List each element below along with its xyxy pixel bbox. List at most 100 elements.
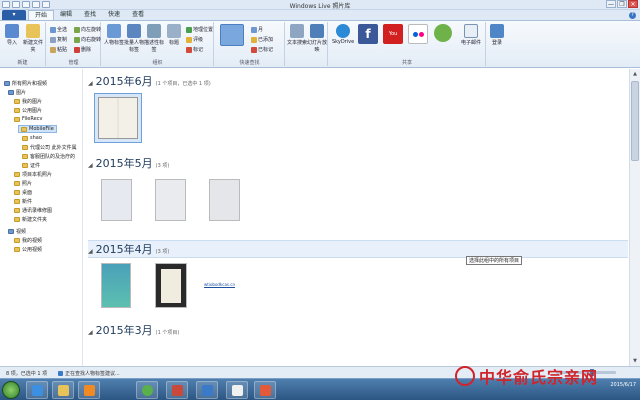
tab-find[interactable]: 查找 xyxy=(78,10,102,20)
tree-item-videos[interactable]: 视频 xyxy=(8,228,26,235)
photo-thumbnail[interactable] xyxy=(101,179,132,221)
section-header-may[interactable]: ◢ 2015年5月 (3 项) xyxy=(88,155,628,171)
collapse-arrow-icon[interactable]: ◢ xyxy=(88,329,93,336)
added-filter-button[interactable]: 已添加 xyxy=(251,36,273,43)
descriptive-tag-button[interactable]: 描述性标签 xyxy=(144,24,164,53)
tree-item-agency[interactable]: 代理公司 此外文件属 xyxy=(22,144,77,151)
taskbar-app[interactable] xyxy=(166,381,188,399)
rotate-right-button[interactable]: 向右旋转 xyxy=(74,36,101,43)
close-button[interactable]: ✕ xyxy=(628,0,638,8)
rotate-left-button[interactable]: 向左旋转 xyxy=(74,26,101,33)
sign-in-button[interactable]: 登录 xyxy=(488,24,506,46)
photo-thumbnail[interactable] xyxy=(94,93,142,143)
folder-icon xyxy=(14,116,20,122)
collapse-arrow-icon[interactable]: ◢ xyxy=(88,248,93,255)
photo-thumbnail[interactable] xyxy=(155,263,187,308)
people-tag-button[interactable]: 人物标签 xyxy=(104,24,124,46)
skydrive-button[interactable]: SkyDrive xyxy=(332,24,354,45)
start-button[interactable] xyxy=(2,381,20,399)
tab-quick[interactable]: 快速 xyxy=(102,10,126,20)
flag-button[interactable]: 标记 xyxy=(186,46,203,53)
file-name-link[interactable]: wtiobodkcas.cn xyxy=(204,282,235,287)
folder-icon xyxy=(14,217,20,222)
email-button[interactable]: 电子邮件 xyxy=(460,24,482,46)
collapse-arrow-icon[interactable]: ◢ xyxy=(88,162,93,169)
minimize-button[interactable]: — xyxy=(606,0,616,8)
new-folder-button[interactable]: 新建文件夹 xyxy=(23,24,43,53)
rating-button[interactable]: 评级 xyxy=(186,36,203,43)
vertical-scrollbar[interactable]: ▲ ▼ xyxy=(629,69,640,366)
taskbar-browser[interactable] xyxy=(136,381,158,399)
tree-item-my-pictures[interactable]: 我的图片 xyxy=(14,98,42,105)
flickr-button[interactable] xyxy=(407,24,429,45)
delete-button[interactable]: 删除 xyxy=(74,46,91,53)
photo-thumbnail[interactable] xyxy=(209,179,240,221)
tab-edit[interactable]: 编辑 xyxy=(54,10,78,20)
folder-icon xyxy=(14,247,20,252)
tree-item-pictures[interactable]: 图片 xyxy=(8,89,26,96)
import-button[interactable]: 导入 xyxy=(2,24,22,46)
tree-item-contacts[interactable]: 通讯录维修图 xyxy=(14,207,52,214)
taskbar-person[interactable] xyxy=(226,381,248,399)
tree-item-service[interactable]: 客服团队的及治疗的 xyxy=(22,153,75,160)
help-icon[interactable]: ? xyxy=(629,12,636,19)
taskbar-photo-gallery[interactable] xyxy=(196,381,218,399)
section-header-april[interactable]: ◢ 2015年4月 (3 项) xyxy=(88,240,628,258)
tab-home[interactable]: 开始 xyxy=(28,10,55,20)
maximize-button[interactable]: ❐ xyxy=(617,0,627,8)
collapse-arrow-icon[interactable]: ◢ xyxy=(88,80,93,87)
photo-thumbnail[interactable] xyxy=(101,263,131,308)
folder-icon xyxy=(22,135,28,141)
group-label-organize: 组织 xyxy=(152,60,163,66)
chat-icon xyxy=(260,385,271,396)
section-header-june[interactable]: ◢ 2015年6月 (1 个项目，已选中 1 项) xyxy=(88,73,628,89)
flag-icon xyxy=(251,46,257,53)
tree-item-new[interactable]: 新件 xyxy=(14,198,32,205)
system-tray[interactable]: 2015/6/17 xyxy=(610,382,636,388)
tree-item-mobilefile[interactable]: MobileFile xyxy=(18,125,57,133)
tree-item-my-videos[interactable]: 我的视频 xyxy=(14,237,42,244)
facebook-button[interactable]: f xyxy=(357,24,379,45)
flagged-filter-button[interactable]: 已标记 xyxy=(251,46,273,53)
slideshow-icon xyxy=(310,24,324,38)
taskbar-qq[interactable] xyxy=(254,381,276,399)
tree-item-new-folder[interactable]: 新建文件夹 xyxy=(14,216,47,223)
tree-item-public-pictures[interactable]: 公用图片 xyxy=(14,107,42,114)
taskbar-media[interactable] xyxy=(78,381,100,399)
tree-item-desktop[interactable]: 桌面 xyxy=(14,189,32,196)
groups-button[interactable] xyxy=(432,24,454,43)
tree-item-shao[interactable]: shao xyxy=(22,135,42,141)
text-search-button[interactable]: 文本搜索 xyxy=(287,24,307,46)
taskbar-ie[interactable] xyxy=(26,381,48,399)
scroll-up-icon[interactable]: ▲ xyxy=(631,70,639,78)
ribbon: 导入 新建文件夹 新建 全选 向左旋转 复制 向右旋转 粘贴 删除 管理 人物标… xyxy=(0,21,640,68)
scroll-thumb[interactable] xyxy=(631,81,639,161)
geotag-button[interactable]: 地理位置 xyxy=(186,26,213,33)
tree-item-public-videos[interactable]: 公用视频 xyxy=(14,246,42,253)
group-label-share: 共享 xyxy=(401,60,412,66)
app-menu-button[interactable]: ▾ xyxy=(2,10,26,20)
youtube-button[interactable]: You xyxy=(382,24,404,45)
tree-item-filerecv[interactable]: FileRecv xyxy=(14,116,42,122)
batch-people-tag-button[interactable]: 批量人物标签 xyxy=(124,24,144,53)
taskbar-explorer[interactable] xyxy=(52,381,74,399)
select-all-button[interactable]: 全选 xyxy=(50,26,67,33)
tree-item-all[interactable]: 所有照片和视频 xyxy=(4,80,47,87)
slideshow-button[interactable]: 幻灯片放映 xyxy=(307,24,327,53)
tree-item-photos[interactable]: 照片 xyxy=(14,180,32,187)
folder-icon xyxy=(14,199,20,204)
tree-item-local-photos[interactable]: 项目本机照片 xyxy=(14,171,52,178)
copy-button[interactable]: 复制 xyxy=(50,36,67,43)
group-label-quick-find: 快速查找 xyxy=(239,60,260,66)
people-filter-button[interactable] xyxy=(219,24,245,47)
section-header-march[interactable]: ◢ 2015年3月 (1 个项目) xyxy=(88,322,628,338)
info-icon xyxy=(58,371,63,376)
flag-icon xyxy=(186,46,192,53)
caption-button[interactable]: 标题 xyxy=(164,24,184,46)
scroll-down-icon[interactable]: ▼ xyxy=(631,357,639,365)
tab-view[interactable]: 查看 xyxy=(126,10,150,20)
photo-thumbnail[interactable] xyxy=(155,179,186,221)
tree-item-certificates[interactable]: 证件 xyxy=(22,162,40,169)
month-filter-button[interactable]: 月 xyxy=(251,26,263,33)
paste-button[interactable]: 粘贴 xyxy=(50,46,67,53)
